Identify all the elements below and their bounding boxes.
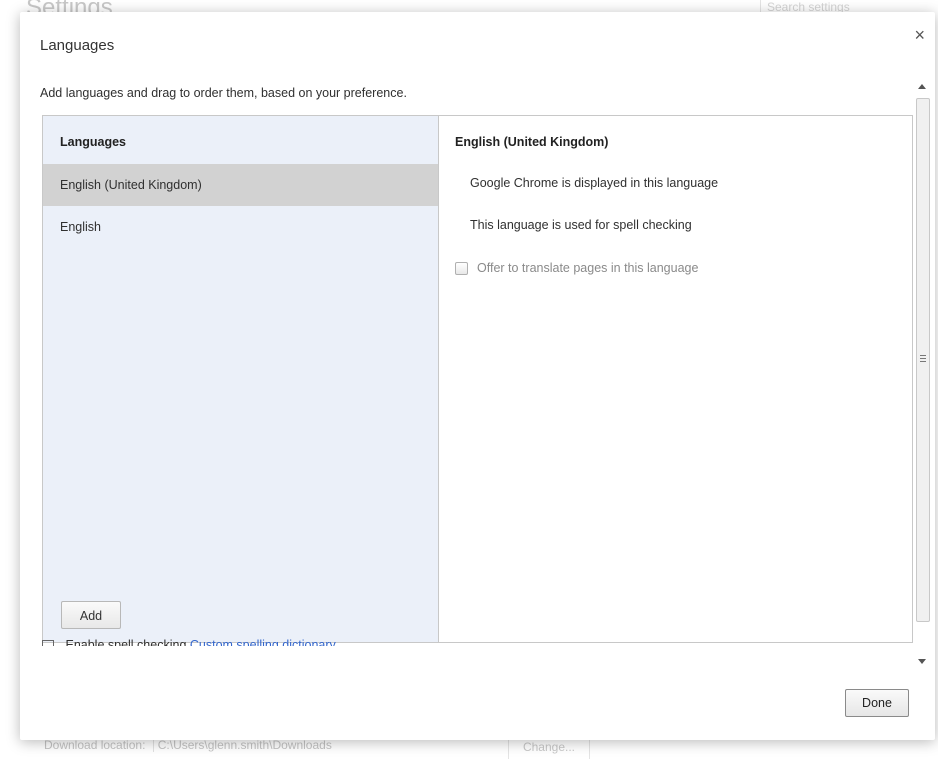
translate-checkbox-label: Offer to translate pages in this languag… [477, 261, 699, 275]
dialog-instructions: Add languages and drag to order them, ba… [40, 86, 407, 100]
languages-panel: Languages English (United Kingdom) Engli… [42, 115, 913, 643]
add-language-button[interactable]: Add [61, 601, 121, 629]
custom-dictionary-link[interactable]: Custom spelling dictionary [190, 638, 336, 646]
language-details: English (United Kingdom) Google Chrome i… [439, 116, 912, 642]
language-list: Languages English (United Kingdom) Engli… [43, 116, 439, 642]
translate-checkbox[interactable] [455, 261, 468, 275]
download-location-row: Download location: C:\Users\glenn.smith\… [44, 738, 332, 752]
display-language-text: Google Chrome is displayed in this langu… [470, 176, 719, 190]
details-title: English (United Kingdom) [455, 135, 609, 149]
spell-check-checkbox[interactable] [42, 639, 54, 646]
dialog-scrollbar[interactable] [914, 78, 930, 670]
close-icon[interactable]: × [914, 26, 925, 44]
scroll-up-arrow-icon[interactable] [918, 84, 926, 89]
language-item-english-uk[interactable]: English (United Kingdom) [43, 164, 438, 206]
done-button[interactable]: Done [845, 689, 909, 717]
translate-option-row[interactable]: Offer to translate pages in this languag… [455, 261, 698, 275]
spell-check-row: Enable spell checking Custom spelling di… [42, 638, 442, 646]
scroll-grip-icon [920, 355, 926, 362]
scroll-thumb[interactable] [916, 98, 930, 622]
language-item-english[interactable]: English [43, 206, 438, 248]
spell-check-text: This language is used for spell checking [470, 218, 692, 232]
download-location-path: C:\Users\glenn.smith\Downloads [152, 738, 332, 752]
dialog-title: Languages [40, 37, 115, 54]
languages-dialog: Languages × Add languages and drag to or… [20, 12, 935, 740]
language-list-header: Languages [60, 135, 126, 149]
download-location-label: Download location: [44, 738, 146, 752]
spell-check-label: Enable spell checking [65, 638, 187, 646]
scroll-down-arrow-icon[interactable] [918, 659, 926, 664]
